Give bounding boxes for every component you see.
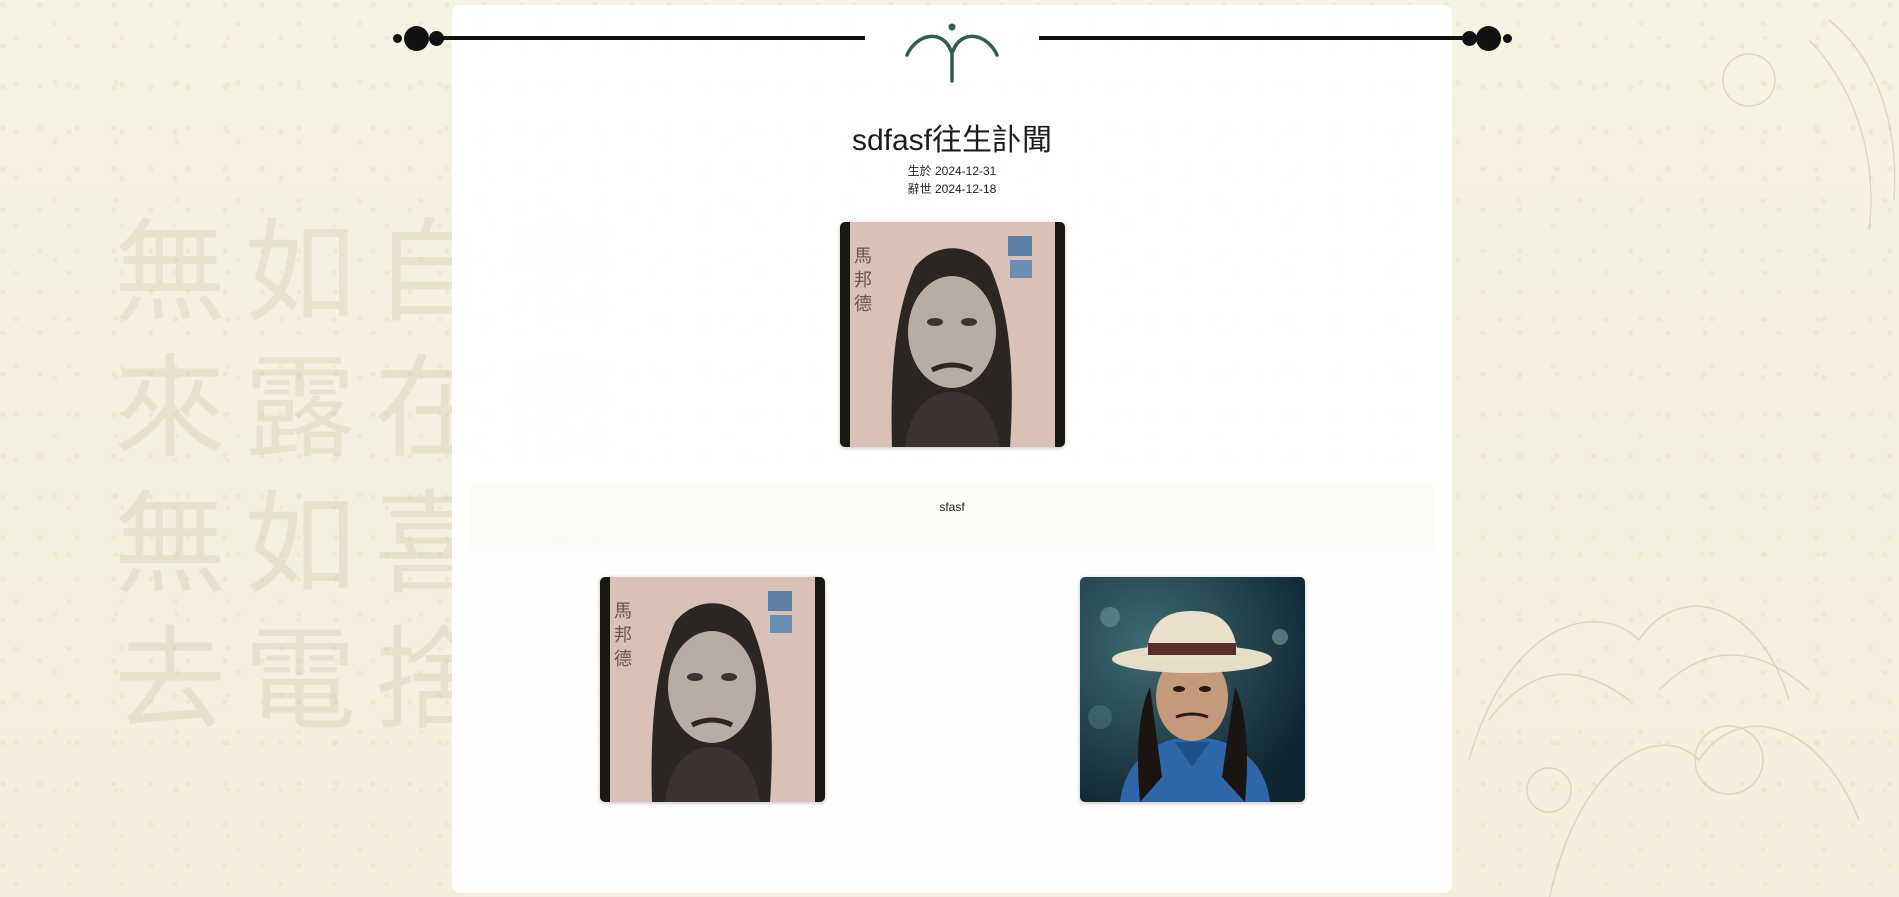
ornamental-divider <box>390 17 1515 97</box>
dates-block: 生於 2024-12-31 辭世 2024-12-18 <box>452 162 1452 198</box>
svg-text:德: 德 <box>614 649 632 670</box>
portrait-image: 馬 邦 德 <box>600 577 825 802</box>
calligraphy-char: 無 <box>114 480 226 610</box>
calligraphy-char: 來 <box>114 344 226 474</box>
svg-text:邦: 邦 <box>614 625 632 646</box>
portrait-image: 馬 邦 德 <box>840 222 1065 447</box>
divider-dot <box>393 34 402 43</box>
divider-line-right <box>1039 36 1469 40</box>
svg-text:邦: 邦 <box>854 270 872 291</box>
calligraphy-char: 無 <box>114 208 226 338</box>
birth-date: 生於 2024-12-31 <box>907 164 997 178</box>
message-box <box>470 483 1434 553</box>
calligraphy-char: 露 <box>244 344 356 474</box>
divider-dot <box>1476 26 1501 51</box>
divider-dot <box>1462 31 1477 46</box>
lotus-background-art <box>1468 19 1896 897</box>
obituary-title: sdfasf往生訃聞 <box>851 124 1053 157</box>
calligraphy-char: 如 <box>244 208 356 338</box>
calligraphy-char: 電 <box>244 616 356 746</box>
gallery-photo[interactable]: 馬 邦 德 <box>600 577 825 802</box>
divider-dot <box>1503 34 1512 43</box>
lotus-sprout-icon <box>905 23 999 83</box>
obituary-card: sdfasf往生訃聞 生於 2024-12-31 辭世 2024-12-18 馬… <box>452 5 1452 893</box>
calligraphy-char: 如 <box>244 480 356 610</box>
gallery-photo[interactable] <box>1080 577 1305 802</box>
death-date: 辭世 2024-12-18 <box>907 182 997 196</box>
svg-text:馬: 馬 <box>854 246 872 267</box>
svg-text:德: 德 <box>854 294 872 315</box>
obituary-message: sfasf <box>939 500 965 514</box>
hat-portrait-image <box>1080 577 1305 802</box>
calligraphy-char: 去 <box>114 616 226 746</box>
svg-text:馬: 馬 <box>614 601 632 622</box>
divider-dot <box>404 26 429 51</box>
divider-line-left <box>437 36 865 40</box>
main-portrait-photo[interactable]: 馬 邦 德 <box>840 222 1065 447</box>
